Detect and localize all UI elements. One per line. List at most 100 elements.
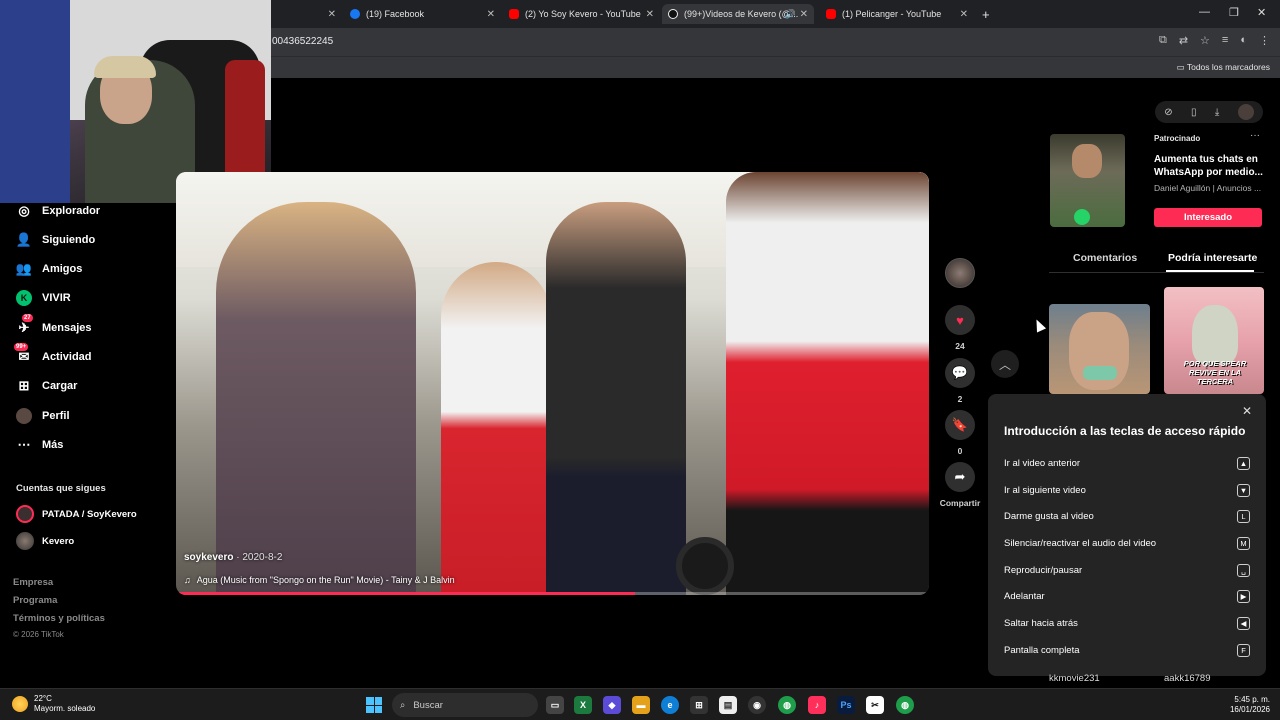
obs-icon[interactable]: ◉: [748, 696, 766, 714]
browser-tab-hidden[interactable]: ✕: [276, 4, 336, 24]
close-tab-icon[interactable]: ✕: [646, 9, 654, 20]
capcut-icon[interactable]: ✂: [866, 696, 884, 714]
shortcut-label: Ir al video anterior: [1004, 457, 1081, 469]
cast-icon[interactable]: ⧉: [1159, 34, 1167, 47]
close-tab-icon[interactable]: ✕: [487, 9, 495, 20]
translate-icon[interactable]: ⇄: [1179, 34, 1188, 47]
edge-icon[interactable]: e: [661, 696, 679, 714]
interested-button[interactable]: Interesado: [1154, 208, 1262, 227]
close-tab-icon[interactable]: ✕: [328, 9, 336, 20]
sidebar-item-amigos[interactable]: 👥 Amigos: [16, 261, 82, 277]
shortcut-row: Ir al video anterior ▲: [1004, 456, 1250, 470]
footer-link-empresa[interactable]: Empresa: [13, 577, 53, 588]
shortcut-row: Ir al siguiente video ▼: [1004, 483, 1250, 497]
video-music-line[interactable]: ♫ Agua (Music from "Spongo on the Run" M…: [184, 575, 455, 585]
media-control-icon[interactable]: ≡: [1222, 34, 1228, 47]
new-tab-button[interactable]: +: [982, 4, 990, 24]
all-bookmarks-label: Todos los marcadores: [1186, 62, 1270, 72]
chevron-up-icon: ︿: [998, 357, 1011, 372]
sidebar-item-actividad[interactable]: ✉ 99+ Actividad: [14, 343, 92, 365]
comment-button[interactable]: 💬 2: [939, 358, 981, 404]
sidebar-item-perfil[interactable]: Perfil: [16, 408, 70, 424]
task-view-icon[interactable]: ▭: [546, 696, 564, 714]
video-person-4: [726, 172, 929, 595]
speaker-icon[interactable]: 🔊: [785, 9, 796, 20]
video-person-3: [546, 202, 686, 595]
video-author-line[interactable]: soykevero · 2020-8-2: [184, 552, 282, 563]
ad-more-icon[interactable]: ···: [1250, 130, 1260, 141]
suggested-user-2[interactable]: aakk16789: [1164, 673, 1210, 684]
menu-dots-icon[interactable]: ⋮: [1259, 34, 1270, 47]
minimize-icon[interactable]: —: [1199, 6, 1210, 18]
avatar: [16, 505, 34, 523]
compass-icon[interactable]: ⊘: [1164, 107, 1172, 118]
phone-icon[interactable]: ▯: [1191, 107, 1197, 118]
sidebar-item-cargar[interactable]: ⊞ Cargar: [16, 378, 78, 394]
shortcuts-panel: ✕ Introducción a las teclas de acceso rá…: [988, 394, 1266, 676]
sidebar-item-mas[interactable]: ⋯ Más: [16, 437, 64, 453]
profile-avatar-icon: [16, 408, 32, 424]
restore-icon[interactable]: ❐: [1229, 6, 1239, 19]
key-space-icon: ␣: [1237, 563, 1250, 577]
ad-title[interactable]: Aumenta tus chats en WhatsApp por medio.…: [1154, 153, 1264, 179]
sidebar-item-siguiendo[interactable]: 👤 Siguiendo: [16, 232, 95, 248]
footer-link-terminos[interactable]: Términos y políticas: [13, 613, 105, 624]
weather-text: 22°C Mayorm. soleado: [34, 694, 95, 714]
sidebar-item-mensajes[interactable]: ✈ 27 Mensajes: [16, 314, 92, 336]
previous-video-button[interactable]: ︿: [991, 350, 1019, 378]
taskbar-search[interactable]: ⌕ Buscar: [392, 693, 538, 717]
shortcut-label: Silenciar/reactivar el audio del video: [1004, 537, 1157, 549]
sidebar-item-explorador[interactable]: ◎ Explorador: [16, 203, 100, 219]
suggested-user-1[interactable]: kkmovie231: [1049, 673, 1100, 684]
browser-tab-youtube-pelicanger[interactable]: (1) Pelicanger - YouTube ✕: [826, 4, 968, 24]
browser-tab-facebook[interactable]: (19) Facebook ✕: [350, 4, 495, 24]
following-accounts-title: Cuentas que sigues: [16, 483, 106, 494]
share-button[interactable]: ➦ Compartir: [939, 462, 981, 508]
key-f-icon: F: [1237, 643, 1250, 657]
chrome-icon[interactable]: ◍: [778, 696, 796, 714]
more-icon: ⋯: [17, 437, 31, 452]
activity-icon: ✉ 99+: [14, 343, 30, 364]
footer-link-programa[interactable]: Programa: [13, 595, 57, 606]
chrome-alt-icon[interactable]: ◍: [896, 696, 914, 714]
browser-tab-tiktok[interactable]: (99+)Videos de Kevero (@... 🔊 ✕: [662, 4, 814, 24]
close-icon[interactable]: ✕: [1242, 404, 1252, 418]
account-name: PATADA / SoyKevero: [42, 508, 137, 520]
excel-icon[interactable]: X: [574, 696, 592, 714]
following-account-patada[interactable]: PATADA / SoyKevero: [16, 505, 137, 523]
file-explorer-icon[interactable]: ▬: [632, 696, 650, 714]
video-player[interactable]: soykevero · 2020-8-2 ♫ Agua (Music from …: [176, 172, 929, 595]
photoshop-icon[interactable]: Ps: [837, 696, 855, 714]
all-bookmarks-folder[interactable]: ▭ Todos los marcadores: [1177, 62, 1270, 73]
close-tab-icon[interactable]: ✕: [800, 9, 808, 20]
weather-widget[interactable]: 22°C Mayorm. soleado: [12, 694, 95, 714]
creator-avatar-button[interactable]: [939, 258, 981, 288]
url-field[interactable]: 00436522245: [272, 36, 333, 47]
suggested-video-2[interactable]: POR QUE SPEAR REVIVE EN LA TERCERA: [1164, 287, 1264, 394]
browser-tab-youtube-kevero[interactable]: (2) Yo Soy Kevero - YouTube ✕: [509, 4, 654, 24]
suggested-video-1[interactable]: [1049, 304, 1150, 394]
following-account-kevero[interactable]: Kevero: [16, 532, 74, 550]
tab-comentarios[interactable]: Comentarios: [1073, 252, 1137, 264]
profile-icon[interactable]: ◐: [1240, 34, 1247, 47]
ad-thumbnail[interactable]: [1050, 134, 1125, 227]
bookmark-star-icon[interactable]: ☆: [1200, 34, 1210, 47]
sidebar-item-vivir[interactable]: K VIVIR: [16, 290, 71, 306]
taskbar-clock[interactable]: 5:45 p. m. 16/01/2026: [1230, 695, 1270, 715]
video-person-2: [441, 262, 551, 595]
save-button[interactable]: 🔖 0: [939, 410, 981, 456]
user-avatar[interactable]: [1237, 104, 1254, 120]
tiktok-icon[interactable]: ♪: [808, 696, 826, 714]
like-button[interactable]: ♥ 24: [939, 305, 981, 351]
close-window-icon[interactable]: ✕: [1257, 6, 1266, 19]
video-progress-bar[interactable]: [176, 592, 929, 595]
download-icon[interactable]: ⤓: [1215, 107, 1219, 118]
notepad-icon[interactable]: ▤: [719, 696, 737, 714]
tab-label: (99+)Videos de Kevero (@...: [684, 9, 799, 19]
store-icon[interactable]: ⊞: [690, 696, 708, 714]
close-tab-icon[interactable]: ✕: [960, 9, 968, 20]
copilot-icon[interactable]: ◆: [603, 696, 621, 714]
tab-podria-interesarte[interactable]: Podría interesarte: [1168, 252, 1257, 264]
key-left-icon: ◀: [1237, 616, 1250, 630]
start-button-icon[interactable]: [366, 697, 382, 713]
